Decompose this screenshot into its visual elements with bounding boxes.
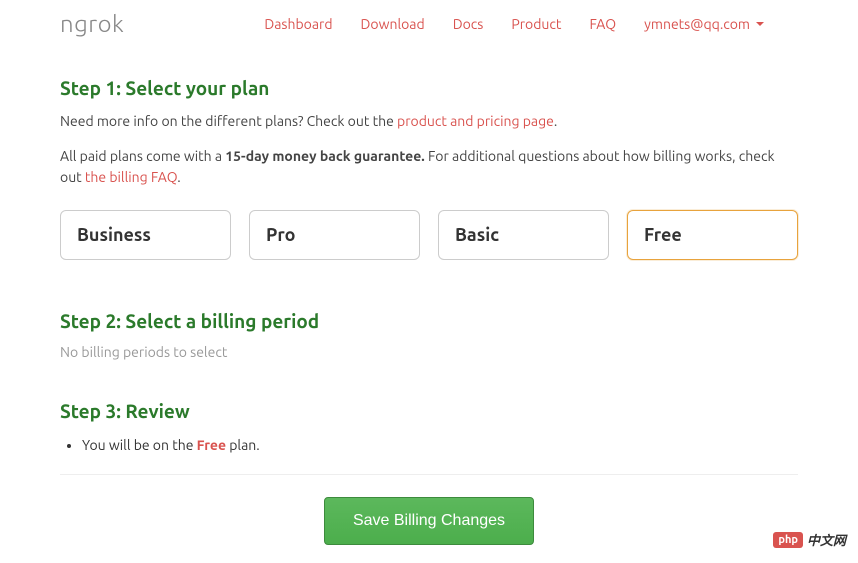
step1-desc1-post: .	[554, 113, 557, 129]
review-pre: You will be on the	[82, 437, 197, 453]
nav-product[interactable]: Product	[511, 16, 561, 32]
plan-basic[interactable]: Basic	[438, 210, 609, 260]
pricing-page-link[interactable]: product and pricing page	[397, 113, 554, 129]
step2-title: Step 2: Select a billing period	[60, 310, 798, 332]
nav-faq[interactable]: FAQ	[589, 16, 616, 32]
nav-download[interactable]: Download	[361, 16, 425, 32]
nav-dashboard[interactable]: Dashboard	[264, 16, 332, 32]
step1-title: Step 1: Select your plan	[60, 77, 798, 99]
caret-down-icon	[756, 22, 764, 26]
save-wrap: Save Billing Changes	[60, 497, 798, 545]
watermark-text: 中文网	[807, 530, 846, 549]
logo[interactable]: ngrok	[60, 10, 124, 37]
billing-faq-link[interactable]: the billing FAQ	[85, 169, 177, 185]
step3-title: Step 3: Review	[60, 400, 798, 422]
nav-user-menu[interactable]: ymnets@qq.com	[644, 16, 764, 32]
header: ngrok Dashboard Download Docs Product FA…	[0, 0, 858, 47]
step2-desc: No billing periods to select	[60, 344, 798, 360]
step1-desc1-pre: Need more info on the different plans? C…	[60, 113, 397, 129]
divider	[60, 474, 798, 475]
review-item: You will be on the Free plan.	[82, 434, 798, 456]
review-plan-highlight: Free	[197, 437, 226, 453]
plan-selector: Business Pro Basic Free	[60, 210, 798, 260]
plan-free[interactable]: Free	[627, 210, 798, 260]
nav: Dashboard Download Docs Product FAQ ymne…	[264, 16, 764, 32]
step1-desc2-post: .	[177, 169, 180, 185]
step1-desc2: All paid plans come with a 15-day money …	[60, 146, 798, 188]
nav-user-label: ymnets@qq.com	[644, 16, 750, 32]
watermark-badge: php	[773, 532, 803, 548]
step1-desc2-pre: All paid plans come with a	[60, 148, 225, 164]
watermark: php 中文网	[773, 530, 846, 549]
step1-desc2-bold: 15-day money back guarantee.	[225, 148, 425, 164]
nav-docs[interactable]: Docs	[453, 16, 484, 32]
review-list: You will be on the Free plan.	[60, 434, 798, 456]
content: Step 1: Select your plan Need more info …	[0, 47, 858, 545]
step1-desc1: Need more info on the different plans? C…	[60, 111, 798, 132]
review-post: plan.	[226, 437, 260, 453]
plan-pro[interactable]: Pro	[249, 210, 420, 260]
plan-business[interactable]: Business	[60, 210, 231, 260]
save-billing-button[interactable]: Save Billing Changes	[324, 497, 534, 545]
